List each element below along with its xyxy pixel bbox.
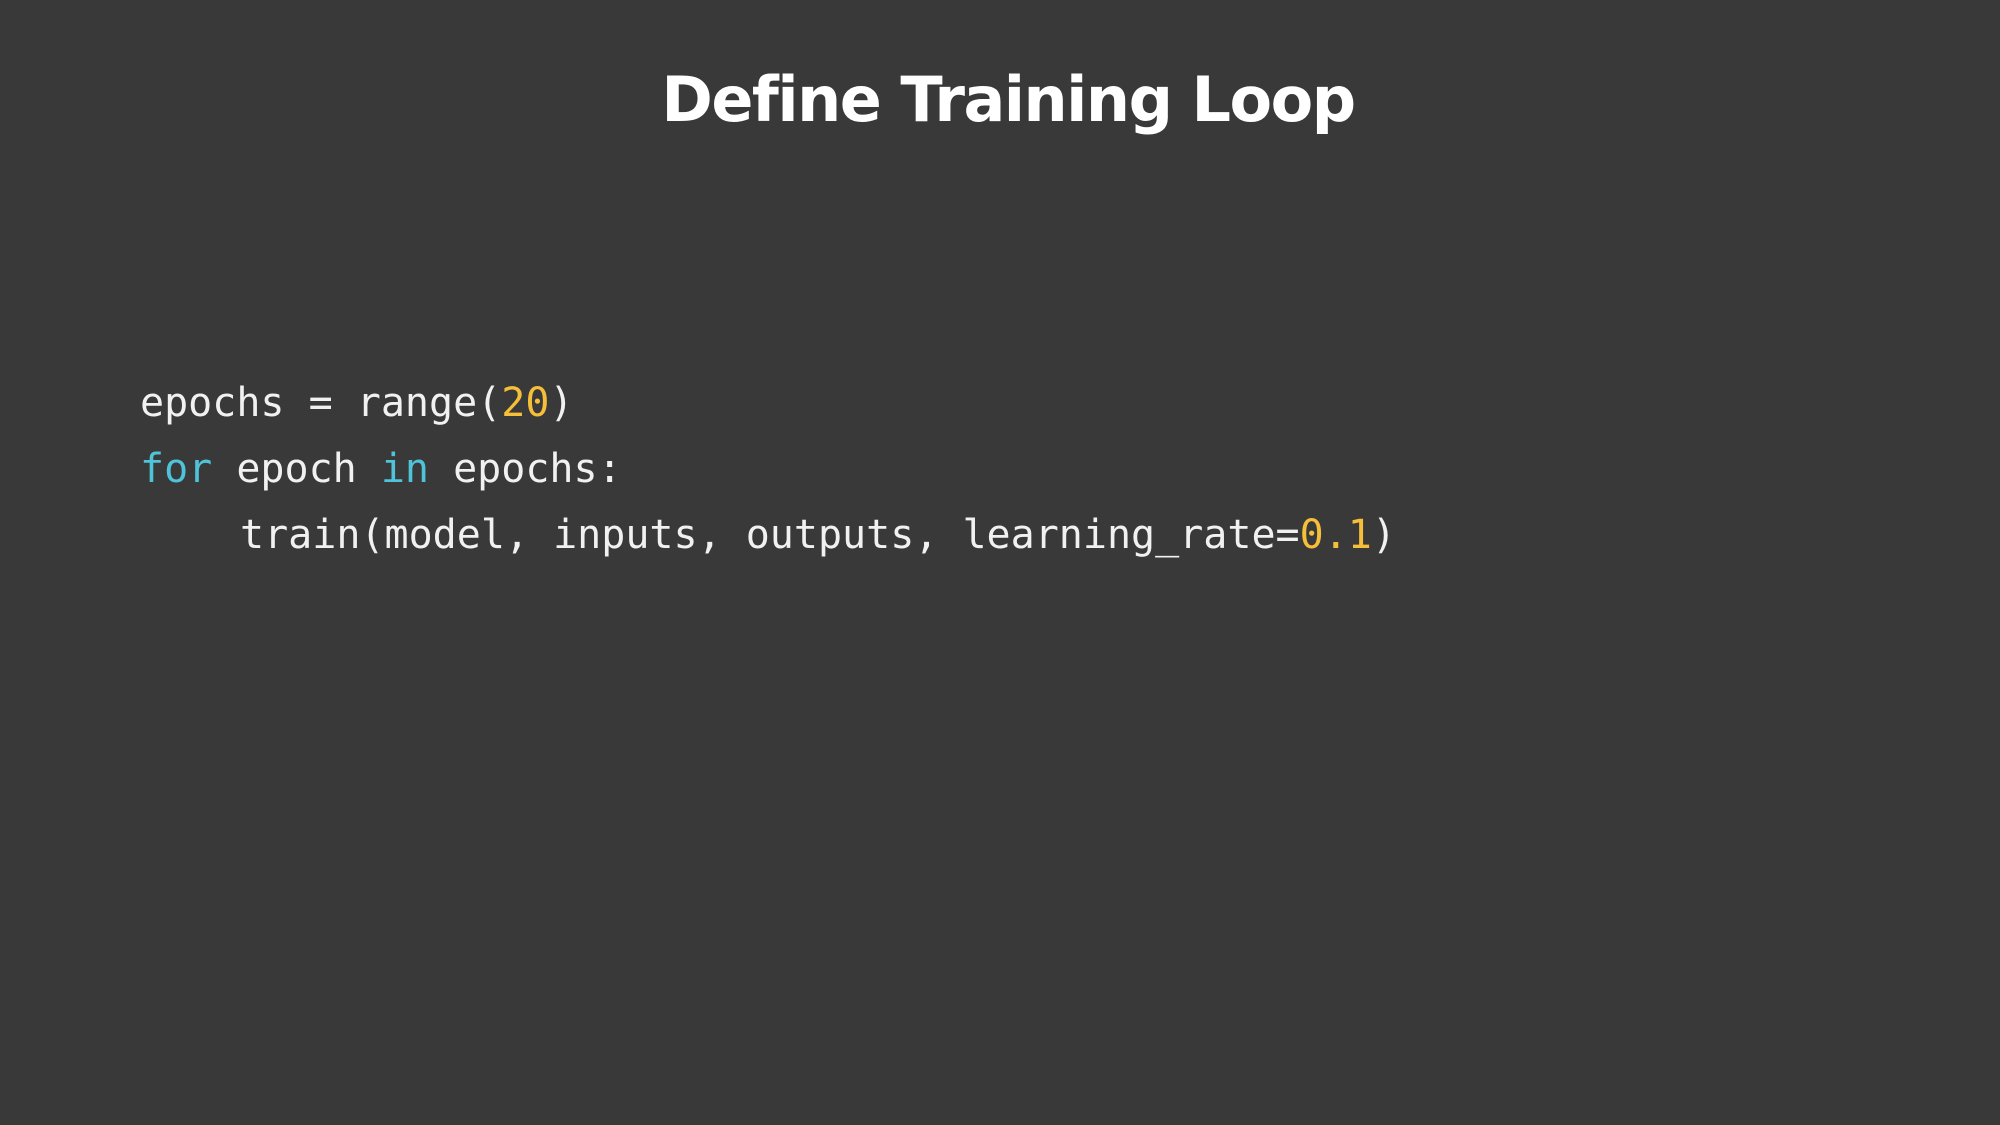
- keyword: for: [140, 446, 213, 492]
- number-literal: 0.1: [1299, 512, 1372, 558]
- code-text: ): [1371, 512, 1396, 558]
- code-text: epoch: [212, 446, 381, 492]
- code-line-1: epochs = range(20): [140, 370, 1396, 436]
- keyword: in: [380, 446, 429, 492]
- code-text: epochs = range(: [140, 380, 502, 426]
- slide: Define Training Loop epochs = range(20) …: [0, 0, 2000, 1125]
- code-line-2: for epoch in epochs:: [140, 436, 1396, 502]
- code-block: epochs = range(20) for epoch in epochs: …: [140, 370, 1396, 568]
- code-line-3: train(model, inputs, outputs, learning_r…: [140, 502, 1396, 568]
- code-text: ): [549, 380, 574, 426]
- code-text: train(model, inputs, outputs, learning_r…: [240, 512, 1300, 558]
- slide-title: Define Training Loop: [661, 63, 1356, 136]
- number-literal: 20: [501, 380, 550, 426]
- code-text: epochs:: [429, 446, 622, 492]
